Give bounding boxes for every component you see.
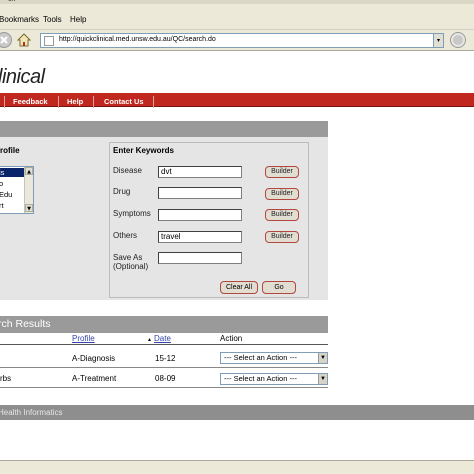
footer-text: Health Informatics [0, 408, 63, 417]
browser-statusbar [0, 460, 474, 474]
row-2-date: 08-09 [155, 374, 176, 383]
symptoms-builder-button[interactable]: Builder [265, 209, 299, 221]
drug-builder-button[interactable]: Builder [265, 188, 299, 200]
keywords-title: Enter Keywords [113, 146, 174, 155]
row-1-profile: A-Diagnosis [72, 354, 116, 363]
drug-input[interactable] [158, 187, 242, 199]
home-icon [16, 33, 32, 47]
row-2-action-select[interactable]: --- Select an Action --- ▼ [220, 373, 328, 385]
page-footer [0, 405, 474, 420]
save-as-optional-label: (Optional) [113, 262, 149, 271]
results-title: rch Results [0, 318, 51, 330]
scroll-up-icon[interactable]: ▲ [25, 167, 33, 175]
stop-icon [0, 36, 8, 44]
profile-label: rofile [0, 146, 20, 155]
listbox-scrollbar[interactable]: ▲ ▼ [24, 167, 33, 213]
page-icon [44, 36, 54, 46]
go-arrow-icon [453, 35, 463, 45]
menu-help[interactable]: Help [70, 15, 86, 24]
menu-bookmarks[interactable]: Bookmarks [0, 15, 39, 24]
address-dropdown-icon[interactable]: ▾ [433, 33, 444, 48]
drug-label: Drug [113, 187, 131, 196]
disease-input[interactable]: dvt [158, 166, 242, 178]
others-builder-button[interactable]: Builder [265, 231, 299, 243]
home-button[interactable] [16, 32, 32, 48]
browser-menubar: ox Bookmarks Tools Help [0, 0, 474, 30]
profile-option[interactable]: o [0, 179, 3, 188]
profile-option[interactable]: rt [0, 201, 4, 210]
profile-option[interactable]: Edu [0, 190, 12, 199]
search-go-button[interactable]: Go [262, 281, 296, 294]
others-input[interactable]: travel [158, 231, 242, 243]
symptoms-input[interactable] [158, 209, 242, 221]
profile-option[interactable]: is [0, 168, 25, 177]
nav-separator [4, 96, 5, 108]
date-column-header[interactable]: Date [154, 334, 171, 343]
row-1-action-select[interactable]: --- Select an Action --- ▼ [220, 352, 328, 364]
nav-feedback[interactable]: Feedback [13, 97, 48, 106]
disease-label: Disease [113, 166, 142, 175]
nav-separator [93, 96, 94, 108]
disease-builder-button[interactable]: Builder [265, 166, 299, 178]
browser-navbar: http://quickclinical.med.unsw.edu.au/QC/… [0, 30, 474, 51]
row-2-profile: A-Treatment [72, 374, 117, 383]
nav-contact-us[interactable]: Contact Us [104, 97, 144, 106]
others-label: Others [113, 231, 138, 240]
menu-tools[interactable]: Tools [43, 15, 62, 24]
clear-all-button[interactable]: Clear All [220, 281, 258, 294]
profile-column-header[interactable]: Profile [72, 334, 95, 343]
save-as-label: Save As [113, 253, 143, 262]
stop-button[interactable] [0, 32, 12, 48]
window-titlebar: ox [0, 0, 474, 4]
go-button[interactable] [450, 32, 466, 48]
row-1-action-value: --- Select an Action --- [224, 353, 297, 362]
save-as-input[interactable] [158, 252, 242, 264]
search-header-bar [0, 121, 328, 137]
address-bar[interactable]: http://quickclinical.med.unsw.edu.au/QC/… [40, 33, 444, 48]
symptoms-label: Symptoms [113, 209, 151, 218]
row-divider [0, 367, 328, 368]
header-divider [0, 344, 328, 345]
nav-help[interactable]: Help [67, 97, 83, 106]
profile-listbox[interactable]: is o Edu rt ▲ ▼ [0, 166, 34, 214]
site-logo: linical [0, 66, 45, 88]
window-title: ox [8, 0, 15, 3]
action-column-header: Action [220, 334, 243, 343]
row-2-name[interactable]: rbs [0, 374, 11, 383]
row-divider [0, 387, 328, 388]
nav-separator [58, 96, 59, 108]
row-2-action-value: --- Select an Action --- [224, 374, 297, 383]
row-1-date: 15-12 [155, 354, 176, 363]
sort-ascending-icon: ▴ [148, 337, 152, 343]
chevron-down-icon: ▼ [318, 353, 327, 363]
scroll-down-icon[interactable]: ▼ [25, 204, 33, 212]
nav-separator [153, 96, 154, 108]
address-url: http://quickclinical.med.unsw.edu.au/QC/… [59, 36, 216, 43]
chevron-down-icon: ▼ [318, 374, 327, 384]
